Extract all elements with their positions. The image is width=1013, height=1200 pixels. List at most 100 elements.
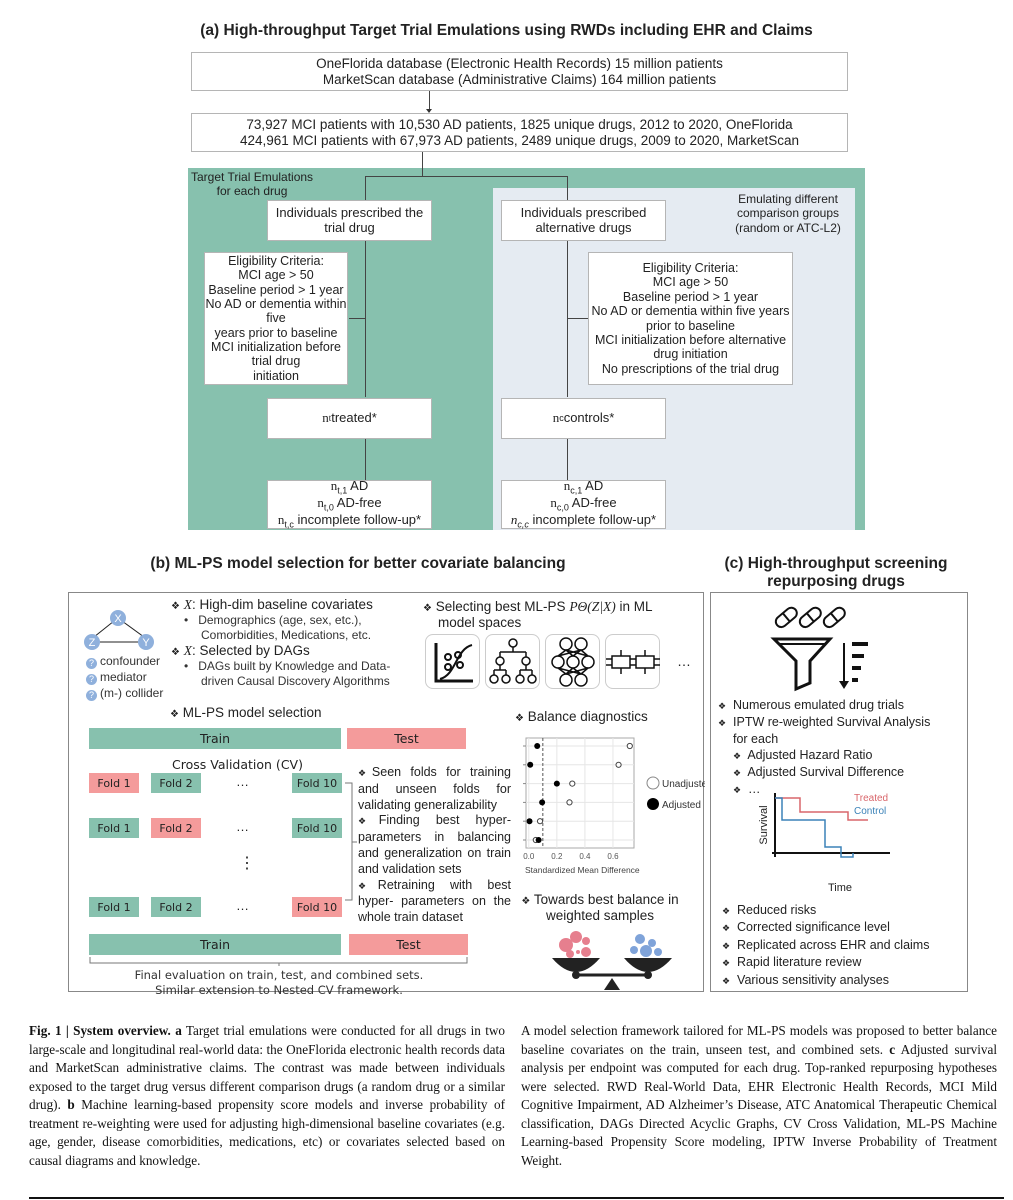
cohort-line-onefl: 73,927 MCI patients with 10,530 AD patie… (246, 116, 793, 132)
fold-2-row-2: Fold 2 (151, 818, 201, 838)
svg-text:X: X (114, 613, 122, 625)
cv-notes: ❖Seen folds for training and unseen fold… (358, 765, 511, 926)
cv-label: Cross Validation (CV) (172, 757, 303, 772)
test-bar-top: Test (347, 728, 466, 749)
tte-label: Target Trial Emulations for each drug (191, 170, 314, 199)
unadjusted-point (536, 818, 544, 825)
adjusted-point (553, 780, 560, 787)
fold-1-row-3: Fold 1 (89, 897, 139, 917)
train-bar-bottom: Train (89, 934, 341, 955)
panel-b-title: (b) ML-PS model selection for better cov… (150, 555, 566, 572)
fold-ellipsis: … (236, 774, 249, 789)
caption-right: A model selection framework tailored for… (521, 1023, 997, 1168)
dag-legend-collider: ? (m-) collider (86, 685, 163, 701)
control-curve (775, 797, 854, 858)
legend-adjusted-marker (647, 798, 659, 810)
connector (365, 176, 366, 200)
adjusted-point (526, 818, 533, 825)
neural-network-icon (545, 634, 600, 689)
unadjusted-point (626, 742, 633, 750)
adjusted-point (539, 799, 546, 806)
cv-note-1: ❖Seen folds for training and unseen fold… (358, 765, 511, 812)
fold-1-row-2: Fold 1 (89, 818, 139, 838)
unadjusted-point (615, 761, 622, 768)
covariates-bullet-1: ❖ X: High-dim baseline covariates (171, 597, 373, 612)
control-outcomes-box: nc,1 AD nc,0 AD-free nc,c incomplete fol… (501, 478, 666, 530)
control-label: Control (854, 806, 886, 817)
legend-unadjusted-marker (646, 776, 660, 790)
databases-box: OneFlorida database (Electronic Health R… (191, 52, 848, 91)
covariates-bullet-2: ❖ X: Selected by DAGs (171, 643, 310, 659)
bullet-iptw-survival: ❖ IPTW re-weighted Survival Analysis (718, 715, 931, 729)
svg-text:Y: Y (142, 637, 150, 649)
x-tick-label: 0.4 (579, 852, 591, 861)
bullet-sensitivity: ❖ Various sensitivity analyses (722, 972, 889, 987)
connector (567, 176, 568, 200)
comparison-groups-label: Emulating different comparison groups (r… (735, 192, 841, 235)
cv-bracket (345, 782, 357, 901)
control-eligibility-box: Eligibility Criteria: MCI age > 50 Basel… (588, 252, 793, 385)
connector (365, 176, 567, 177)
bullet-literature-review: ❖ Rapid literature review (722, 955, 862, 970)
footer-rule (29, 1197, 1004, 1199)
covariates-block: ❖ X: High-dim baseline covariates • Demo… (171, 597, 411, 689)
control-header-box: Individuals prescribed alternative drugs (501, 200, 666, 241)
panel-c-bottom-bullets: ❖ Reduced risks ❖ Corrected significance… (722, 902, 967, 989)
model-selection-title: ❖ ML-PS model selection (170, 705, 322, 720)
fold-10-row-1: Fold 10 (292, 773, 342, 793)
fold-1-row-1: Fold 1 (89, 773, 139, 793)
connector (567, 439, 568, 480)
cv-note-3: ❖Retraining with best hyper- parameters … (358, 877, 512, 925)
connector (349, 318, 365, 319)
sequence-model-icon (605, 634, 660, 689)
connector (365, 241, 366, 397)
question-icon: ? (86, 690, 97, 701)
treated-count-box: nt treated* (267, 398, 432, 439)
bullet-reduced-risks: ❖ Reduced risks (722, 903, 817, 917)
question-icon: ? (86, 658, 97, 669)
dag-diagram: X Z Y (84, 610, 154, 650)
database-line-onefl: OneFlorida database (Electronic Health R… (316, 55, 723, 71)
bullet-corrected-significance: ❖ Corrected significance level (722, 920, 890, 935)
model-space-text: ❖ Selecting best ML-PS PΘ(Z|X) in ML mod… (423, 599, 653, 631)
balance-scale-icon (552, 931, 672, 990)
treated-label: Treated (854, 793, 888, 804)
x-axis-label: Standardized Mean Difference (525, 865, 640, 875)
drug-screening-icon (770, 606, 868, 692)
fold-2-row-1: Fold 2 (151, 773, 201, 793)
database-line-marketscan: MarketScan database (Administrative Clai… (322, 71, 717, 87)
balance-title: ❖ Balance diagnostics (515, 709, 648, 724)
survival-curve-plot: Treated Control Survival Time (758, 793, 890, 894)
panel-a-title: (a) High-throughput Target Trial Emulati… (200, 22, 813, 39)
legend-adjusted-label: Adjusted (662, 800, 701, 811)
vertical-ellipsis: ⋮ (239, 855, 255, 872)
plot-area (525, 737, 635, 849)
treated-eligibility-box: Eligibility Criteria: MCI age > 50 Basel… (204, 252, 348, 385)
adjusted-point (534, 743, 541, 749)
sub-bullet-survival-diff: ❖ Adjusted Survival Difference (733, 765, 905, 779)
connector (422, 152, 423, 176)
cohort-line-marketscan: 424,961 MCI patients with 67,973 AD pati… (239, 132, 800, 148)
x-tick-label: 0.2 (551, 852, 563, 861)
connector (567, 241, 568, 397)
panel-c-top-bullets: ❖ Numerous emulated drug trials ❖ IPTW r… (718, 697, 963, 798)
train-bar-top: Train (89, 728, 341, 749)
towards-balance-title: ❖ Towards best balance in weighted sampl… (521, 892, 679, 924)
caption-left: Fig. 1 | System overview. a Target trial… (29, 1023, 506, 1168)
fold-10-row-3: Fold 10 (292, 897, 342, 917)
adjusted-point (535, 837, 542, 843)
connector (567, 318, 588, 319)
unadjusted-point (569, 780, 576, 787)
unadjusted-point (566, 799, 573, 806)
treated-header-box: Individuals prescribed the trial drug (267, 200, 432, 241)
survival-x-label: Time (828, 882, 852, 894)
dag-legend: ? confounder ? mediator ? (m-) collider (86, 653, 163, 701)
connector (365, 439, 366, 480)
covariates-sub-2: • DAGs built by Knowledge and Data-drive… (184, 659, 391, 689)
bullet-replicated: ❖ Replicated across EHR and claims (722, 937, 930, 952)
decision-tree-icon (485, 634, 540, 689)
test-bar-bottom: Test (349, 934, 468, 955)
question-icon: ? (86, 674, 97, 685)
treated-outcomes-box: nt,1 AD nt,0 AD-free nt,c incomplete fol… (267, 478, 432, 530)
fold-2-row-3: Fold 2 (151, 897, 201, 917)
